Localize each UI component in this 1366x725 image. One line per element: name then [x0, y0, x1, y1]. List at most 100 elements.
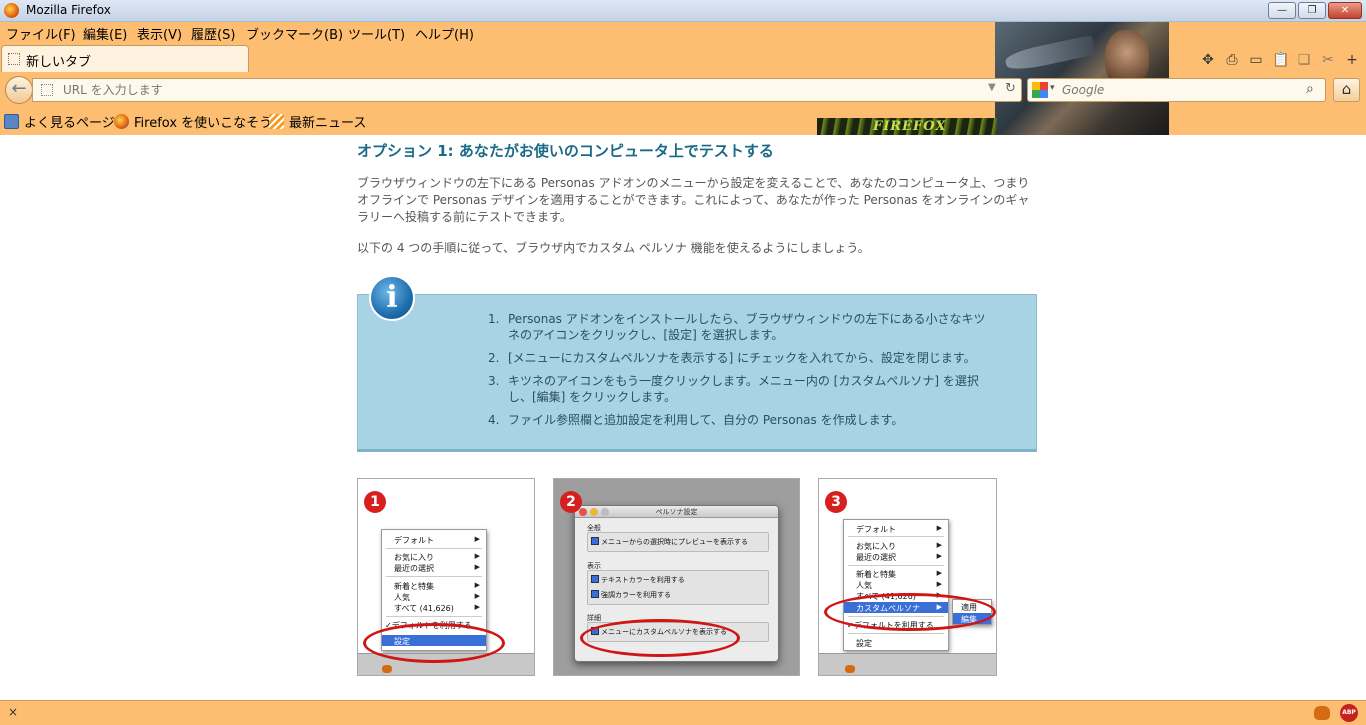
url-input[interactable] — [63, 79, 963, 101]
step-text: Personas アドオンをインストールしたら、ブラウザウィンドウの左下にある小… — [508, 312, 986, 342]
step-item: 1. Personas アドオンをインストールしたら、ブラウザウィンドウの左下にあ… — [488, 311, 988, 343]
checkbox-label: メニューからの選択時にプレビューを表示する — [601, 538, 748, 546]
minimize-dot-icon — [590, 508, 598, 516]
search-bar: ▾ ⌕ — [1027, 78, 1326, 102]
minimize-button[interactable]: — — [1268, 2, 1296, 19]
step-text: キツネのアイコンをもう一度クリックします。メニュー内の [カスタムペルソナ] を… — [508, 374, 979, 404]
menu-item: すべて (41,626) — [394, 604, 454, 613]
step-badge: 3 — [825, 491, 847, 513]
paste-icon[interactable]: 📋 — [1272, 52, 1289, 68]
window-icon[interactable]: ▭ — [1248, 52, 1264, 68]
close-window-button[interactable]: ✕ — [1328, 2, 1362, 19]
step-number: 4. — [488, 413, 500, 427]
menu-item: 人気 — [394, 593, 410, 602]
persona-menu: デフォルト ▶ お気に入り ▶ 最近の選択 ▶ 新着と特集 ▶ 人気 ▶ すべて (41,… — [843, 519, 949, 651]
screenshot-step-2: ペルソナ設定 全般 メニューからの選択時にプレビューを表示する 表示 テキストカ… — [553, 478, 800, 676]
highlight-circle — [824, 593, 996, 631]
step-number: 2. — [488, 351, 500, 365]
checkbox-option: 強調カラーを利用する — [591, 590, 671, 600]
step-number: 3. — [488, 374, 500, 388]
fox-icon — [382, 665, 392, 673]
menu-edit[interactable]: 編集(E) — [83, 24, 127, 43]
copy-icon[interactable]: ❏ — [1296, 52, 1312, 68]
blank-page-icon — [8, 53, 20, 65]
highlight-circle — [363, 623, 505, 663]
steps-list: 1. Personas アドオンをインストールしたら、ブラウザウィンドウの左下にあ… — [488, 311, 988, 435]
print-icon[interactable]: ⎙ — [1224, 52, 1240, 68]
menu-bookmarks[interactable]: ブックマーク(B) — [246, 24, 343, 43]
checkbox-label: 強調カラーを利用する — [601, 591, 671, 599]
reload-icon[interactable]: ↻ — [1005, 81, 1016, 96]
menu-history[interactable]: 履歴(S) — [191, 24, 235, 43]
chevron-down-icon[interactable]: ▾ — [1050, 83, 1055, 93]
google-icon[interactable] — [1032, 82, 1048, 98]
bookmark-most-visited[interactable]: よく見るページ — [4, 112, 115, 131]
step-badge: 1 — [364, 491, 386, 513]
fox-icon — [845, 665, 855, 673]
rss-icon — [269, 114, 284, 129]
home-button[interactable]: ⌂ — [1333, 78, 1360, 102]
step-badge: 2 — [560, 491, 582, 513]
menu-item: デフォルト — [394, 536, 434, 545]
menu-item: 新着と特集 — [856, 570, 896, 579]
close-dot-icon — [579, 508, 587, 516]
personas-fox-icon[interactable] — [1314, 706, 1330, 720]
new-tab-icon[interactable]: + — [1344, 52, 1360, 68]
url-bar: ▼ ↻ — [32, 78, 1022, 102]
maximize-button[interactable]: ❐ — [1298, 2, 1326, 19]
step-text: ファイル参照欄と追加設定を利用して、自分の Personas を作成します。 — [508, 413, 904, 427]
step-item: 3. キツネのアイコンをもう一度クリックします。メニュー内の [カスタムペルソナ]… — [488, 373, 988, 405]
firefox-icon — [114, 114, 129, 129]
search-input[interactable] — [1062, 79, 1302, 101]
menu-help[interactable]: ヘルプ(H) — [415, 24, 474, 43]
menu-item: お気に入り — [856, 542, 896, 551]
search-icon[interactable]: ⌕ — [1306, 81, 1314, 97]
info-icon: i — [369, 275, 415, 321]
checkbox-label: テキストカラーを利用する — [601, 576, 685, 584]
page-title: オプション 1: あなたがお使いのコンピュータ上でテストする — [357, 142, 774, 160]
bookmark-latest-news[interactable]: 最新ニュース — [269, 112, 366, 131]
screenshot-step-3: 3 デフォルト ▶ お気に入り ▶ 最近の選択 ▶ 新着と特集 ▶ 人気 ▶ すべて (4… — [818, 478, 997, 676]
checkbox-option: テキストカラーを利用する — [591, 575, 685, 585]
zoom-dot-icon — [601, 508, 609, 516]
menu-item: 最近の選択 — [856, 553, 896, 562]
back-button[interactable]: ← — [5, 76, 33, 104]
close-icon[interactable]: × — [8, 705, 18, 719]
menu-view[interactable]: 表示(V) — [137, 24, 182, 43]
intro-paragraph: ブラウザウィンドウの左下にある Personas アドオンのメニューから設定を変… — [357, 176, 1030, 224]
bookmark-label: Firefox を使いこなそう — [134, 116, 273, 131]
step-text: [メニューにカスタムペルソナを表示する] にチェックを入れてから、設定を閉じます… — [508, 351, 976, 365]
info-box: 1. Personas アドオンをインストールしたら、ブラウザウィンドウの左下にあ… — [357, 294, 1037, 452]
menu-item: お気に入り — [394, 553, 434, 562]
page-content: オプション 1: あなたがお使いのコンピュータ上でテストする ブラウザウィンドウ… — [0, 135, 1366, 700]
tab-new[interactable]: 新しいタブ — [1, 45, 249, 72]
bookmark-label: よく見るページ — [24, 116, 115, 131]
menu-item: 人気 — [856, 581, 872, 590]
bookmark-label: 最新ニュース — [289, 116, 367, 131]
title-bar: Mozilla Firefox — ❐ ✕ — [0, 0, 1366, 22]
checkbox-option: メニューからの選択時にプレビューを表示する — [591, 537, 748, 547]
navigation-bar: ← ▼ ↻ ▾ ⌕ ⌂ — [0, 72, 1366, 107]
menu-item: 設定 — [856, 639, 872, 648]
step-item: 4. ファイル参照欄と追加設定を利用して、自分の Personas を作成します。 — [488, 412, 988, 428]
menu-item: デフォルト — [856, 525, 896, 534]
step-number: 1. — [488, 312, 500, 326]
persona-plane — [1003, 34, 1097, 74]
step-item: 2. [メニューにカスタムペルソナを表示する] にチェックを入れてから、設定を閉じ… — [488, 350, 988, 366]
bookmark-folder-icon — [4, 114, 19, 129]
chevron-down-icon[interactable]: ▼ — [988, 82, 996, 93]
site-identity-icon[interactable] — [41, 84, 53, 96]
steps-intro-paragraph: 以下の 4 つの手順に従って、ブラウザ内でカスタム ペルソナ 機能を使えるように… — [357, 241, 870, 255]
menu-file[interactable]: ファイル(F) — [6, 24, 76, 43]
menu-tools[interactable]: ツール(T) — [348, 24, 405, 43]
adblock-icon[interactable]: ABP — [1340, 704, 1358, 722]
window-title: Mozilla Firefox — [26, 3, 111, 17]
persona-banner-text: FIREFOX — [873, 119, 947, 134]
highlight-circle — [580, 619, 740, 657]
cut-icon[interactable]: ✂ — [1320, 52, 1336, 68]
move-icon[interactable]: ✥ — [1200, 52, 1216, 68]
menu-item: 最近の選択 — [394, 564, 434, 573]
bookmark-getting-started[interactable]: Firefox を使いこなそう — [114, 112, 272, 131]
firefox-logo-icon — [4, 3, 19, 18]
tab-label: 新しいタブ — [26, 55, 92, 70]
